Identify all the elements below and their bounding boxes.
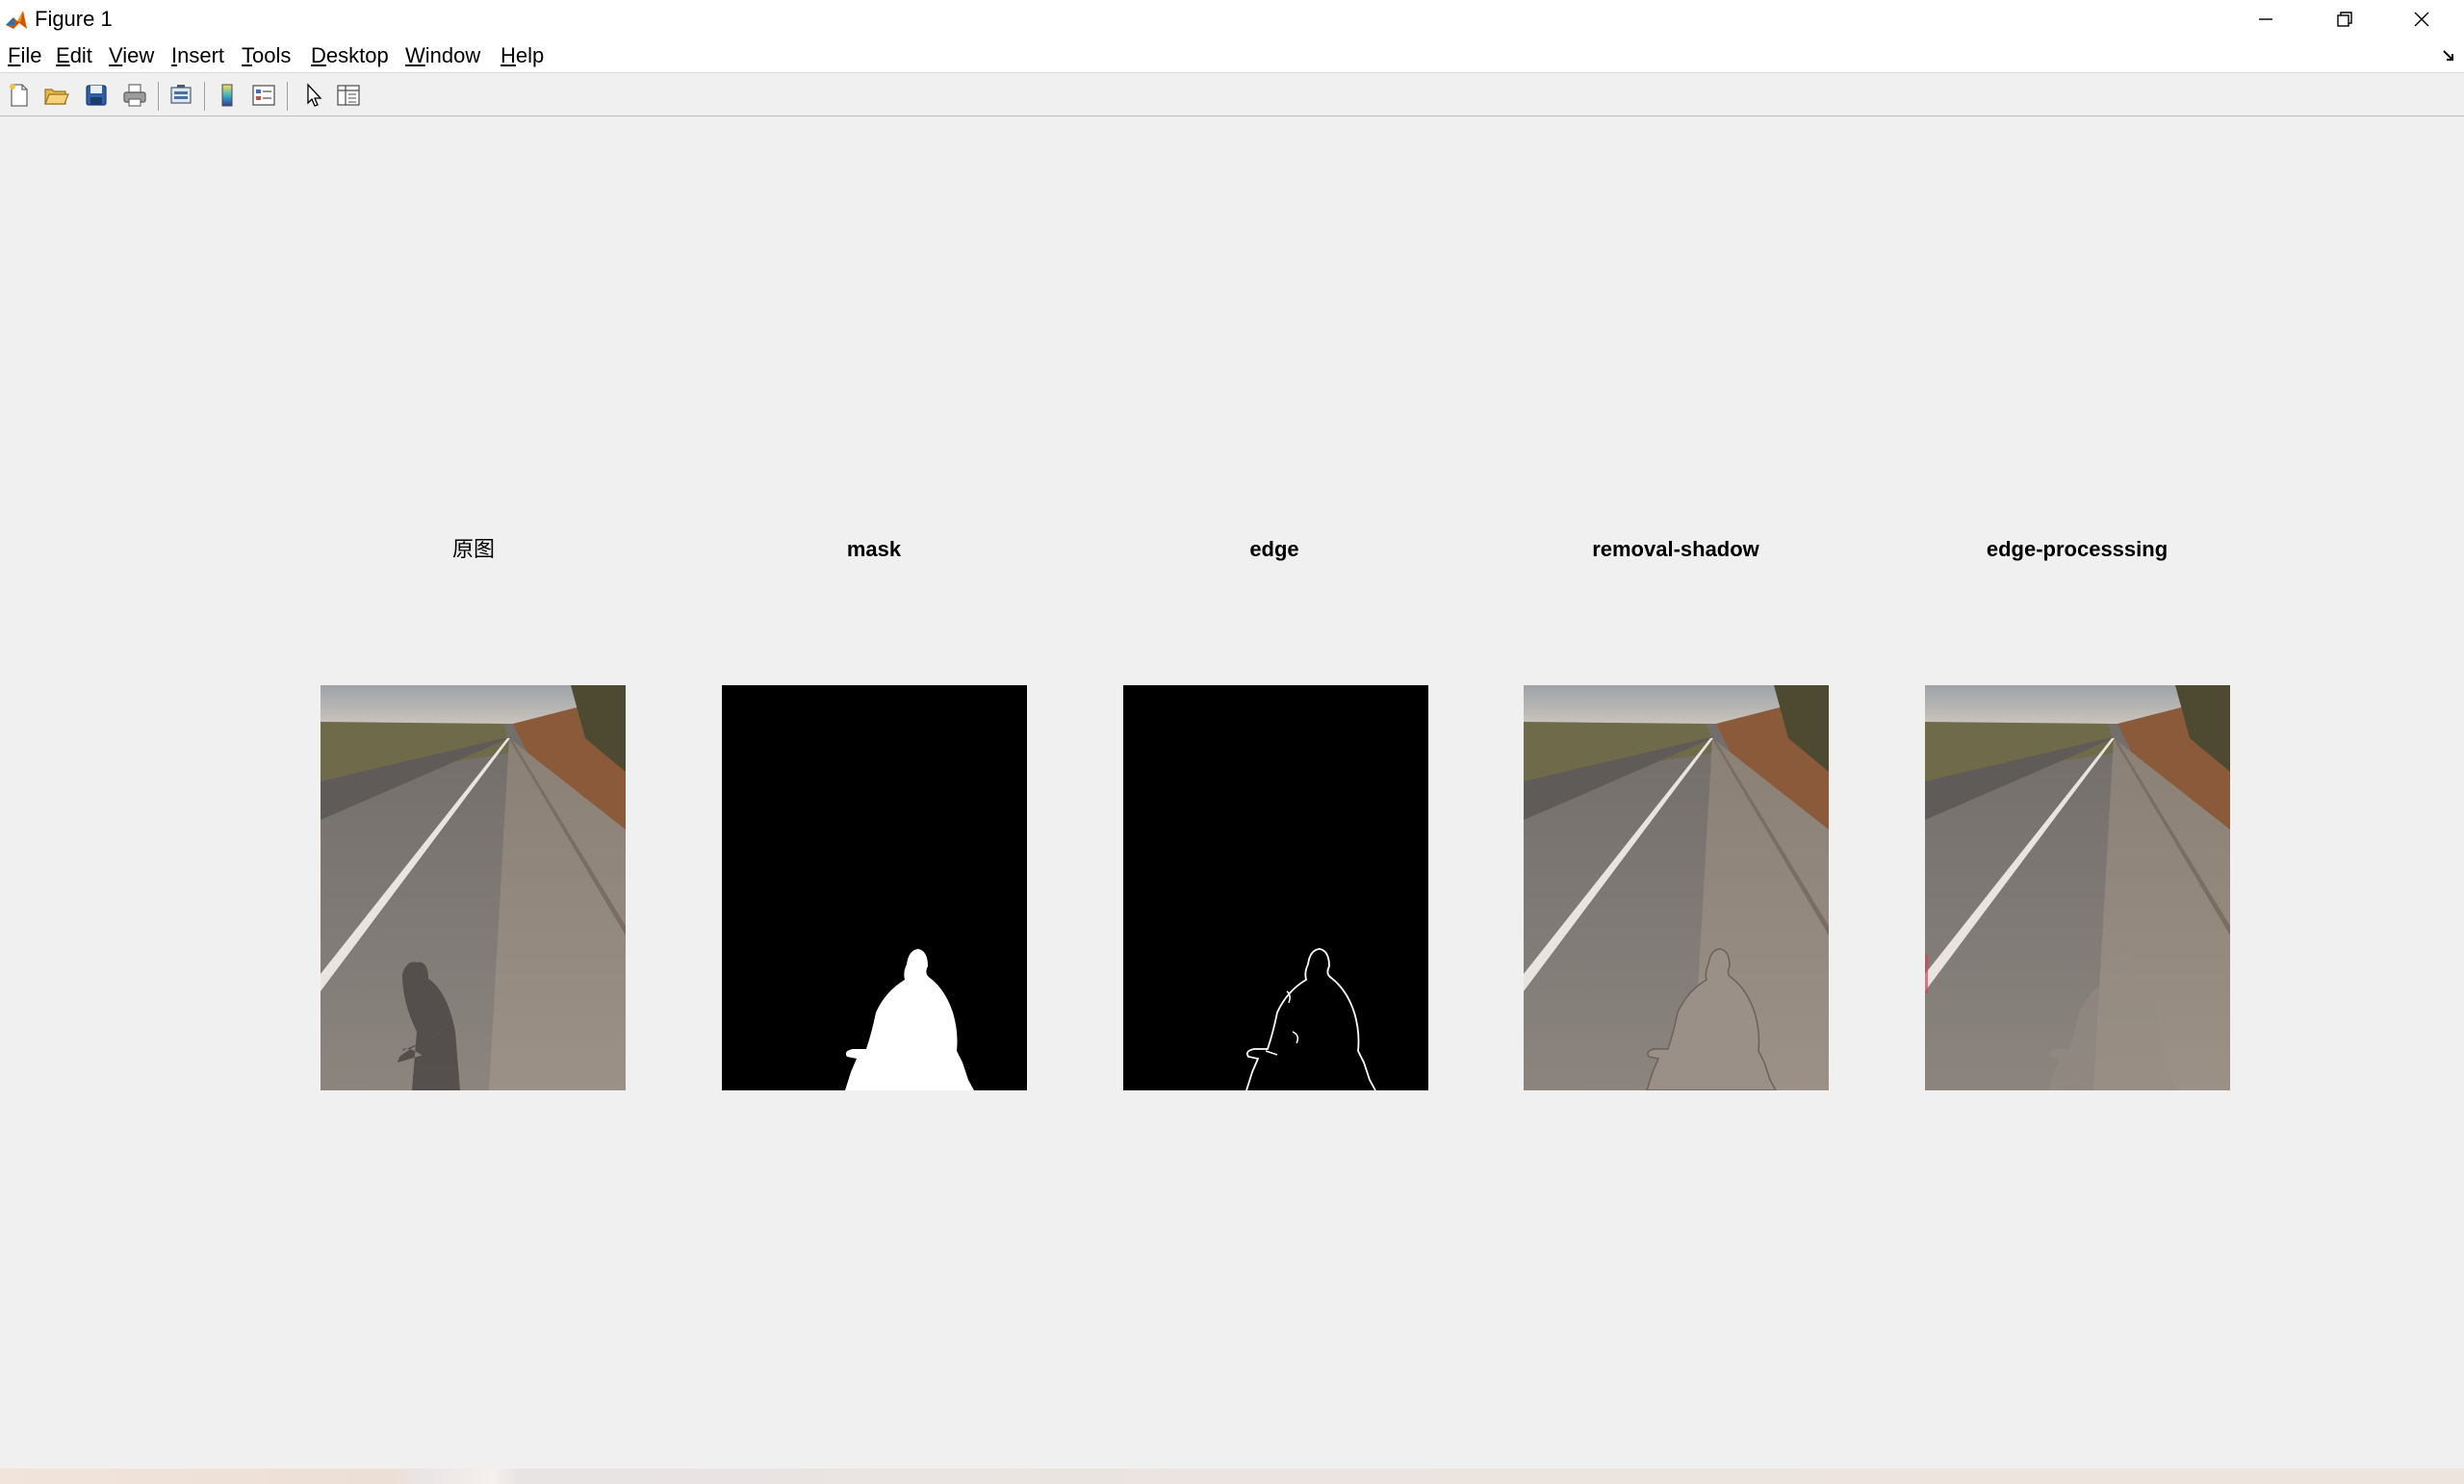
- mask-binary-image: [722, 685, 1027, 1090]
- menu-window-mnemonic: W: [405, 43, 425, 67]
- subplot-original-image[interactable]: [321, 685, 626, 1090]
- menu-desktop-mnemonic: D: [311, 43, 326, 67]
- minimize-button[interactable]: [2227, 0, 2304, 38]
- subplot-title-mask: mask: [846, 537, 902, 561]
- menu-help-mnemonic: H: [500, 43, 516, 67]
- subplot-mask-image[interactable]: [722, 685, 1027, 1090]
- subplot-title-original: 原图: [451, 537, 495, 561]
- legend-icon: [252, 85, 275, 106]
- menu-window[interactable]: Window: [405, 42, 480, 69]
- menu-file-label: ile: [20, 43, 42, 67]
- toolbar-separator: [158, 82, 159, 111]
- menu-window-label: indow: [424, 43, 481, 67]
- legend-button[interactable]: [248, 80, 279, 111]
- figure-toolbar: [0, 74, 2464, 116]
- edge-map-image: [1123, 685, 1428, 1090]
- menu-desktop-label: esktop: [325, 43, 389, 67]
- road-photo-shadow-removed: [1524, 685, 1829, 1090]
- subplot-edge-processing-image[interactable]: [1925, 685, 2230, 1090]
- edit-plot-icon: [307, 83, 322, 107]
- print-icon: [123, 84, 146, 107]
- menu-insert[interactable]: Insert: [171, 42, 224, 69]
- menu-bar: File Edit View Insert Tools Desktop Wind…: [0, 38, 2464, 73]
- new-figure-button[interactable]: [4, 80, 35, 111]
- window-title: Figure 1: [35, 7, 113, 31]
- menu-insert-label: nsert: [177, 43, 225, 67]
- toolbar-separator: [287, 82, 288, 111]
- toolbar-separator: [204, 82, 205, 111]
- subplot-edge-image[interactable]: [1123, 685, 1428, 1090]
- colorbar-button[interactable]: [212, 80, 243, 111]
- subplot-title-removal-shadow: removal-shadow: [1592, 537, 1759, 561]
- road-photo-edge-processed: [1925, 685, 2230, 1090]
- taskbar-strip: [0, 1469, 2464, 1484]
- title-bar: Figure 1: [0, 0, 2464, 38]
- menu-tools[interactable]: Tools: [242, 42, 291, 69]
- restore-button[interactable]: [2306, 0, 2383, 38]
- save-button[interactable]: [81, 80, 112, 111]
- property-inspector-button[interactable]: [333, 80, 364, 111]
- menu-file[interactable]: File: [8, 42, 41, 69]
- edit-plot-button[interactable]: [298, 80, 329, 111]
- menu-edit-label: dit: [69, 43, 92, 67]
- close-icon: [2414, 12, 2429, 27]
- menu-help[interactable]: Help: [500, 42, 544, 69]
- dock-figure-icon[interactable]: [2441, 48, 2456, 64]
- property-inspector-icon: [337, 85, 360, 106]
- menu-edit-mnemonic: E: [56, 43, 70, 67]
- menu-file-mnemonic: F: [8, 43, 21, 67]
- menu-view[interactable]: View: [109, 42, 154, 69]
- link-plot-icon: [170, 85, 192, 104]
- menu-tools-mnemonic: T: [242, 43, 252, 67]
- subplot-title-edge-processing: edge-processsing: [1986, 537, 2169, 561]
- subplot-title-edge: edge: [1249, 537, 1299, 561]
- figure-canvas[interactable]: 原图 mask edge removal-shadow edge-process…: [0, 117, 2464, 1469]
- menu-view-label: iew: [122, 43, 155, 67]
- link-plot-button[interactable]: [166, 80, 196, 111]
- road-photo-original: [321, 685, 626, 1090]
- menu-view-mnemonic: V: [109, 43, 123, 67]
- menu-desktop[interactable]: Desktop: [311, 42, 389, 69]
- matlab-icon: [6, 11, 27, 29]
- new-figure-icon: [10, 84, 28, 107]
- save-icon: [86, 85, 107, 106]
- subplot-removal-shadow-image[interactable]: [1524, 685, 1829, 1090]
- open-file-button[interactable]: [40, 80, 71, 111]
- open-file-icon: [44, 89, 69, 105]
- colorbar-icon: [221, 84, 233, 107]
- minimize-icon: [2259, 18, 2272, 20]
- menu-help-label: elp: [515, 43, 545, 67]
- menu-edit[interactable]: Edit: [56, 42, 92, 69]
- print-button[interactable]: [119, 80, 150, 111]
- close-button[interactable]: [2383, 0, 2460, 38]
- menu-tools-label: ools: [252, 43, 292, 67]
- restore-icon: [2337, 12, 2352, 27]
